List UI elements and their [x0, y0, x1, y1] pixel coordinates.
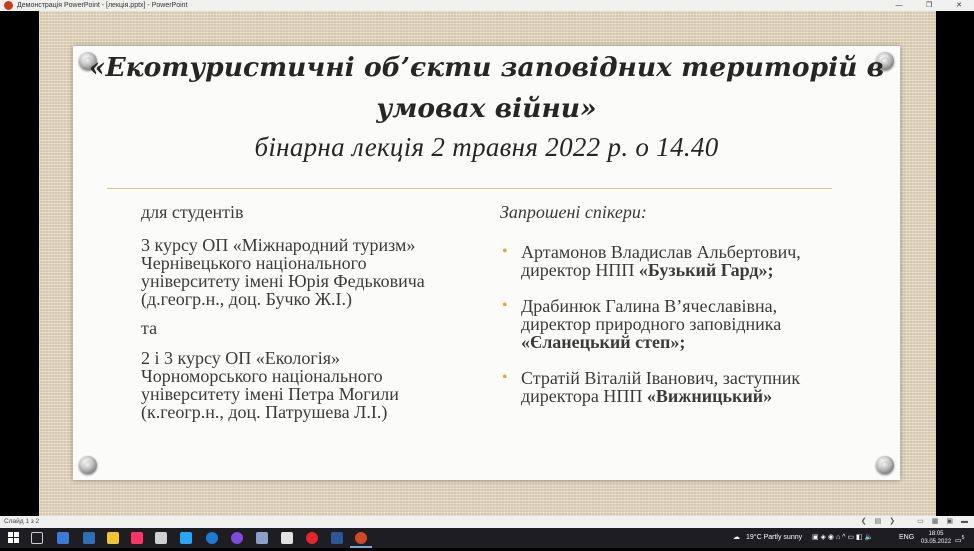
group2-line: 2 і 3 курсу ОП «Екологія» — [141, 348, 340, 368]
slide-sorter-icon[interactable]: ▤ — [875, 516, 882, 528]
slideshow-view-icon[interactable]: ▬ — [961, 516, 968, 528]
bullet-icon: • — [502, 369, 508, 386]
group2-line: Чорноморського національного — [141, 366, 383, 386]
taskbar: ☁ 19°C Partly sunny ▣ ◈ ◉ ⌂ ^ ▭ ◧ 🔈 ENG … — [0, 528, 974, 548]
speaker-name: Стратій Віталій Іванович, заступник — [521, 368, 801, 388]
clock-date: 03.05.2022 — [921, 539, 952, 545]
notification-count: 5 — [961, 535, 965, 541]
weather-icon[interactable]: ☁ — [733, 528, 740, 548]
restore-button[interactable]: ❐ — [914, 0, 944, 11]
group1-line: (д.геогр.н., доц. Бучко Ж.І.) — [141, 289, 352, 309]
audience-column: для студентів 3 курсу ОП «Міжнародний ту… — [141, 203, 481, 421]
speaker-role: директор НПП «Бузький Гард»; — [521, 260, 774, 280]
speakers-list: • Артамонов Владислав Альбертович, дирек… — [500, 243, 850, 405]
slideshow-area[interactable]: «Екотуристичні об’єкти заповідних терито… — [0, 11, 974, 516]
speaker-item: • Артамонов Владислав Альбертович, дирек… — [500, 243, 850, 279]
group1-line: Чернівецького національного — [141, 253, 367, 273]
file-explorer-icon[interactable] — [107, 532, 119, 544]
acrobat-icon[interactable] — [281, 532, 293, 544]
photoshop-icon[interactable] — [180, 532, 192, 544]
speaker-item: • Драбинюк Галина В’ячеславівна, директо… — [500, 297, 850, 351]
speaker-org: «Єланецький степ»; — [521, 332, 686, 352]
indesign-icon[interactable] — [131, 532, 143, 544]
speaker-role: директор природного заповідника — [521, 314, 782, 334]
slide-counter: Слайд 1 з 2 — [4, 518, 40, 525]
next-slide-icon[interactable]: ❯ — [889, 516, 895, 528]
windows-start-icon[interactable] — [8, 532, 20, 544]
divider — [107, 188, 832, 189]
powerpoint-icon — [4, 1, 13, 10]
app-icon[interactable] — [83, 532, 95, 544]
previous-slide-icon[interactable]: ❮ — [861, 516, 867, 528]
speakers-heading: Запрошені спікери: — [500, 202, 647, 222]
speaker-role: директора НПП «Вижницький» — [521, 386, 773, 406]
save-app-icon[interactable] — [256, 532, 268, 544]
group2-line: (к.геогр.н., доц. Патрушева Л.І.) — [141, 402, 388, 422]
slide-subtitle: бінарна лекція 2 травня 2022 р. о 14.40 — [254, 132, 719, 162]
slide-title-line2: умовах війни» — [376, 93, 597, 124]
window-controls: — ❐ ✕ — [884, 0, 974, 11]
window-title: Демонстрація PowerPoint - [лекція.pptx] … — [17, 2, 188, 9]
group2-line: університету імені Петра Могили — [141, 384, 399, 404]
viber-icon[interactable] — [231, 532, 243, 544]
normal-view-icon[interactable]: ▭ — [917, 516, 924, 528]
pin-icon — [79, 456, 97, 474]
word-icon[interactable] — [331, 532, 343, 544]
slide[interactable]: «Екотуристичні об’єкти заповідних терито… — [39, 11, 936, 516]
language-indicator[interactable]: ENG — [899, 528, 914, 548]
speaker-name: Артамонов Владислав Альбертович, — [521, 242, 801, 262]
close-button[interactable]: ✕ — [944, 0, 974, 11]
task-view-icon[interactable] — [31, 532, 43, 544]
sorter-view-icon[interactable]: ▦ — [932, 516, 939, 528]
bullet-icon: • — [502, 297, 508, 314]
weather-text[interactable]: 19°C Partly sunny — [746, 528, 802, 548]
and-label: та — [141, 318, 158, 338]
speakers-column: Запрошені спікери: • Артамонов Владислав… — [500, 203, 850, 405]
edge-icon[interactable] — [206, 532, 218, 544]
clock-time: 18:05 — [928, 531, 944, 537]
slide-title-line1: «Екотуристичні об’єкти заповідних терито… — [88, 52, 885, 83]
reading-view-icon[interactable]: ▣ — [946, 516, 953, 528]
status-bar: Слайд 1 з 2 ❮ ▤ ❯ ▭ ▦ ▣ ▬ — [0, 516, 974, 528]
minimize-button[interactable]: — — [884, 0, 914, 11]
for-students-label: для студентів — [141, 202, 244, 222]
group1-line: 3 курсу ОП «Міжнародний туризм» — [141, 235, 416, 255]
opera-icon[interactable] — [306, 532, 318, 544]
window-titlebar: Демонстрація PowerPoint - [лекція.pptx] … — [0, 0, 974, 11]
notification-icon[interactable]: ▭5 — [955, 528, 964, 548]
powerpoint-taskbar-icon[interactable] — [355, 532, 367, 544]
pin-icon — [876, 456, 894, 474]
tray-icons[interactable]: ▣ ◈ ◉ ⌂ ^ ▭ ◧ 🔈 — [812, 528, 873, 548]
bullet-icon: • — [502, 243, 508, 260]
group1-line: університету імені Юрія Федьковича — [141, 271, 425, 291]
content-panel: «Екотуристичні об’єкти заповідних терито… — [73, 46, 900, 480]
mail-icon[interactable] — [57, 532, 69, 544]
view-controls: ❮ ▤ ❯ ▭ ▦ ▣ ▬ — [861, 516, 968, 528]
calculator-icon[interactable] — [155, 532, 167, 544]
speaker-name: Драбинюк Галина В’ячеславівна, — [521, 296, 778, 316]
clock[interactable]: 18:05 03.05.2022 — [921, 530, 951, 546]
speaker-item: • Стратій Віталій Іванович, заступник ди… — [500, 369, 850, 405]
